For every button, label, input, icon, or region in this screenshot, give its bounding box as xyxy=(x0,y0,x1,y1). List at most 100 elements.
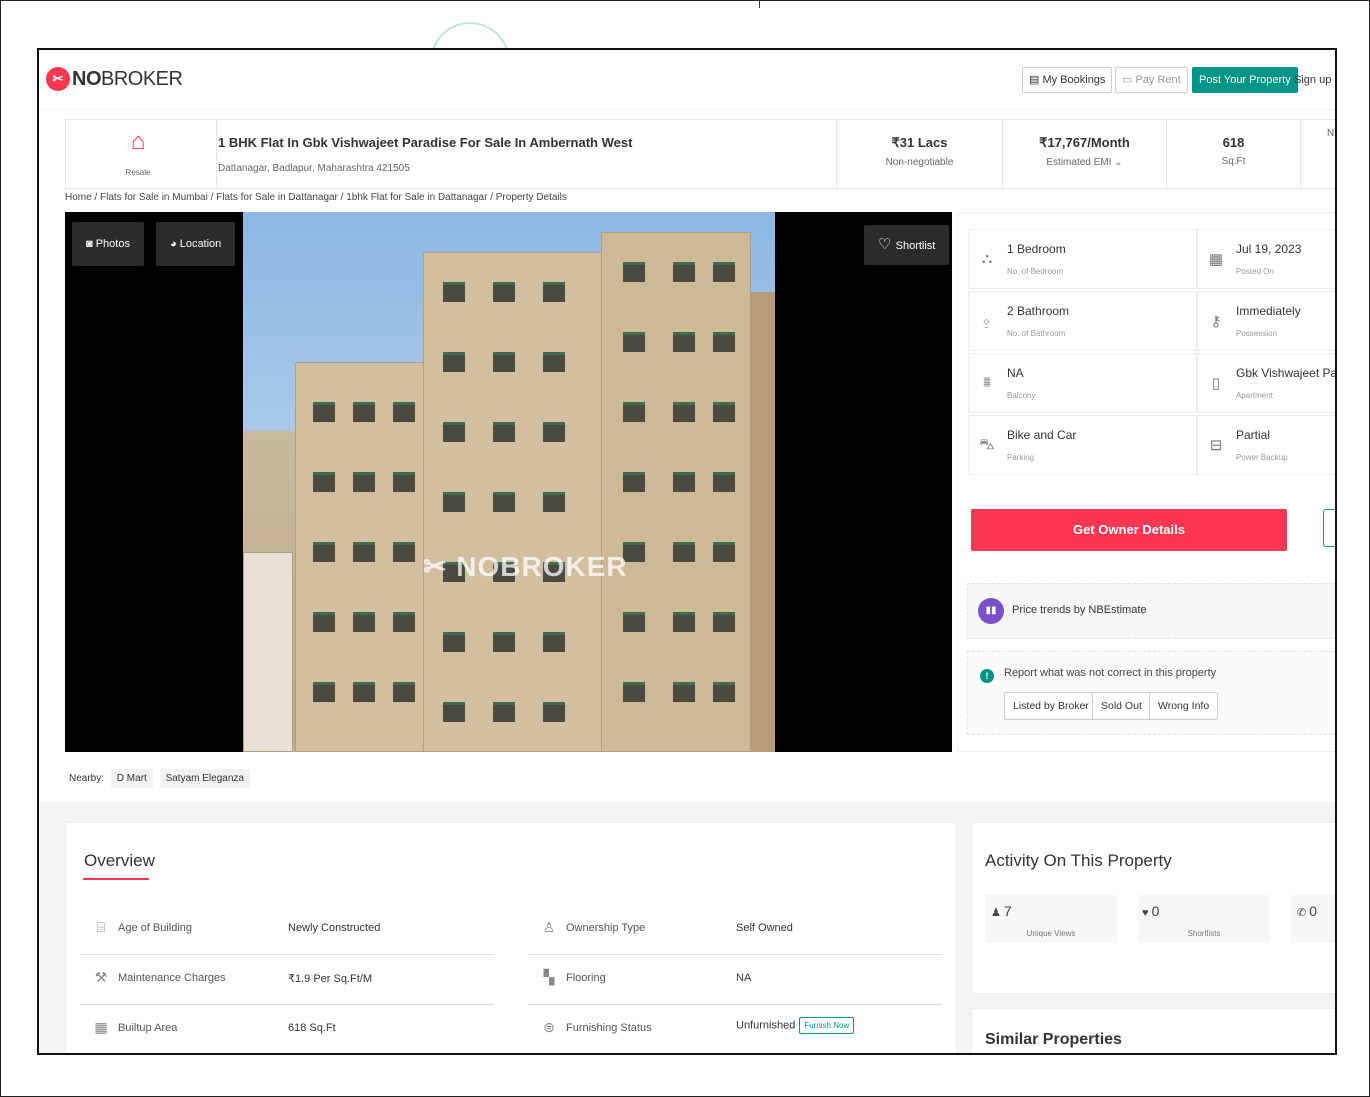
phone-icon: ✆ xyxy=(1297,907,1310,919)
calendar-icon: ▦ xyxy=(1208,251,1224,268)
activity-value: 0 xyxy=(1151,903,1160,919)
area-value: 618 xyxy=(1222,135,1245,150)
person-icon: ♟ xyxy=(991,907,1004,919)
detail-bedroom: ⛬ 1 Bedroom No. of Bedroom xyxy=(968,229,1197,289)
overview-row: ⚒ Maintenance Charges ₹1.9 Per Sq.Ft/M xyxy=(80,969,494,1005)
detail-value: 1 Bedroom xyxy=(1007,242,1066,256)
overview-label: Maintenance Charges xyxy=(118,972,226,984)
overview-title: Overview xyxy=(84,851,155,870)
activity-label: Shortlists xyxy=(1187,929,1221,938)
sold-out-button[interactable]: Sold Out xyxy=(1092,692,1151,720)
ownership-icon: ♙ xyxy=(542,919,556,935)
activity-label: Unique Views xyxy=(1026,929,1076,938)
detail-value: Partial xyxy=(1236,428,1271,442)
listing-address: Dattanagar, Badlapur, Maharashtra 421505 xyxy=(218,163,410,174)
overview-card: Overview ⌸ Age of Building Newly Constru… xyxy=(65,822,957,1053)
detail-value: NA xyxy=(1007,366,1024,380)
price-trends-card[interactable]: ▮▮ Price trends by NBEstimate xyxy=(967,583,1335,639)
building-age-icon: ⌸ xyxy=(96,919,106,935)
chevron-down-icon: ⌄ xyxy=(1114,157,1123,168)
overview-value: ₹1.9 Per Sq.Ft/M xyxy=(288,973,373,985)
alert-icon: ! xyxy=(980,669,994,683)
bath-icon: ⍚ xyxy=(982,312,992,329)
building-icon: ▯ xyxy=(1211,375,1221,392)
overview-value: 618 Sq.Ft xyxy=(288,1022,336,1034)
detail-label: Posted On xyxy=(1236,267,1274,276)
car-icon: ⛍ xyxy=(979,436,995,453)
top-navbar: ✂ NOBROKER ▤ My Bookings ▭ Pay Rent Post… xyxy=(39,50,1335,110)
detail-power-backup: ⊟ Partial Power Backup xyxy=(1197,415,1335,475)
location-button[interactable]: ◕ Location xyxy=(156,222,236,266)
area-icon: ▦ xyxy=(94,1019,108,1035)
area-unit: Sq.Ft xyxy=(1221,156,1246,167)
activity-views: ♟ 7 Unique Views xyxy=(985,895,1117,943)
nobroker-logo-icon[interactable]: ✂ xyxy=(46,67,70,91)
price-cell: ₹31 Lacs Non-negotiable xyxy=(836,120,1002,188)
bookings-icon: ▤ xyxy=(1029,74,1043,86)
flooring-icon: ▚ xyxy=(543,969,555,985)
activity-value: 7 xyxy=(1003,903,1012,919)
detail-label: No. of Bathroom xyxy=(1007,329,1066,338)
property-photo[interactable]: ✂ NOBROKER xyxy=(243,212,775,752)
secondary-action-button[interactable] xyxy=(1323,509,1335,547)
overview-value: Unfurnished Furnish Now xyxy=(736,1017,855,1034)
sofa-icon: ⊜ xyxy=(543,1019,555,1035)
price-value: ₹31 Lacs xyxy=(891,135,948,150)
listed-by-broker-button[interactable]: Listed by Broker xyxy=(1004,692,1098,720)
overview-value: NA xyxy=(736,972,752,984)
breadcrumb[interactable]: Home / Flats for Sale in Mumbai / Flats … xyxy=(65,192,567,203)
maintenance-icon: ⚒ xyxy=(94,969,108,985)
shortlist-button[interactable]: ♡ Shortlist xyxy=(864,225,950,265)
balcony-icon: ⩩ xyxy=(982,374,991,391)
photos-button[interactable]: ◙ Photos xyxy=(72,222,144,266)
detail-label: Power Backup xyxy=(1236,453,1288,462)
furnish-now-button[interactable]: Furnish Now xyxy=(799,1017,855,1034)
detail-label: Balcony xyxy=(1007,391,1036,400)
nearby-label: Nearby: xyxy=(69,773,105,784)
cut-cell: N xyxy=(1300,120,1335,188)
detail-balcony: ⩩ NA Balcony xyxy=(968,353,1197,413)
price-trends-label[interactable]: Price trends by NBEstimate xyxy=(1012,604,1147,616)
get-owner-details-button[interactable]: Get Owner Details xyxy=(971,509,1287,551)
price-note: Non-negotiable xyxy=(885,157,954,168)
overview-underline xyxy=(83,878,149,880)
detail-possession: ⚷ Immediately Possession xyxy=(1197,291,1335,351)
heart-icon: ♥ xyxy=(1142,907,1152,919)
my-bookings-button[interactable]: ▤ My Bookings xyxy=(1022,67,1113,93)
sign-up-link[interactable]: Sign up xyxy=(1294,74,1331,86)
browser-viewport: ✂ NOBROKER ▤ My Bookings ▭ Pay Rent Post… xyxy=(37,48,1337,1055)
watermark-logo-icon: ✂ xyxy=(423,551,457,582)
detail-apartment: ▯ Gbk Vishwajeet Par... Apartment xyxy=(1197,353,1335,413)
emi-value: ₹17,767/Month xyxy=(1039,135,1130,150)
card-icon: ▭ xyxy=(1122,74,1136,86)
detail-value: Immediately xyxy=(1236,304,1301,318)
detail-label: Possession xyxy=(1236,329,1277,338)
detail-parking: ⛍ Bike and Car Parking xyxy=(968,415,1197,475)
report-text: Report what was not correct in this prop… xyxy=(1004,667,1217,679)
property-photo-gallery[interactable]: ✂ NOBROKER ◙ Photos ◕ Location ♡ Shortli… xyxy=(65,212,952,752)
nobroker-logo[interactable]: NOBROKER xyxy=(72,68,183,91)
emi-note[interactable]: Estimated EMI ⌄ xyxy=(1003,157,1166,168)
post-property-button[interactable]: Post Your Property xyxy=(1192,67,1298,93)
detail-value: Bike and Car xyxy=(1007,428,1077,442)
wrong-info-button[interactable]: Wrong Info xyxy=(1149,692,1219,720)
overview-label: Age of Building xyxy=(118,922,192,934)
activity-contacts: ✆ 0 xyxy=(1291,895,1335,943)
chart-icon: ▮▮ xyxy=(978,598,1004,624)
pay-rent-button[interactable]: ▭ Pay Rent xyxy=(1115,67,1188,93)
nearby-chip[interactable]: Satyam Eleganza xyxy=(159,769,250,788)
activity-title: Activity On This Property xyxy=(985,851,1172,870)
nearby-chip[interactable]: D Mart xyxy=(110,769,153,788)
overview-row: ▚ Flooring NA xyxy=(528,969,942,1005)
overview-label: Ownership Type xyxy=(566,922,646,934)
overview-row: ⌸ Age of Building Newly Constructed xyxy=(80,919,494,955)
overview-label: Builtup Area xyxy=(118,1022,178,1034)
report-card: ! Report what was not correct in this pr… xyxy=(967,651,1335,735)
overview-row: ♙ Ownership Type Self Owned xyxy=(528,919,942,955)
overview-label: Flooring xyxy=(566,972,606,984)
similar-properties-card: Similar Properties xyxy=(971,1008,1335,1053)
emi-cell[interactable]: ₹17,767/Month Estimated EMI ⌄ xyxy=(1002,120,1166,188)
overview-row: ▦ Builtup Area 618 Sq.Ft xyxy=(80,1019,494,1053)
activity-value: 0 xyxy=(1309,903,1318,919)
detail-label: No. of Bedroom xyxy=(1007,267,1064,276)
